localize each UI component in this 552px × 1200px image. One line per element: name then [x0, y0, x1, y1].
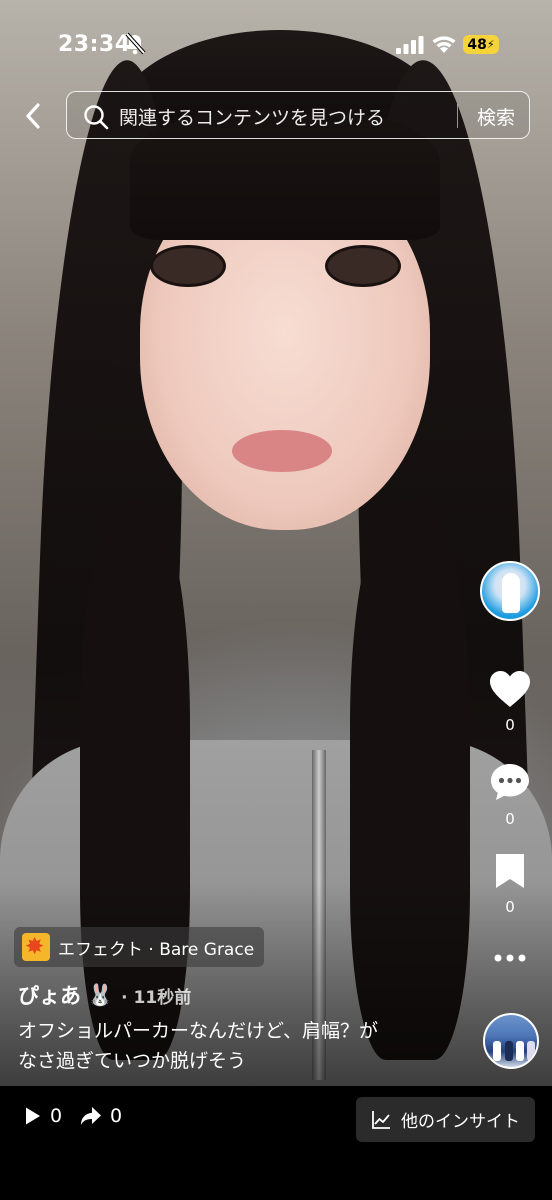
- eye-shape: [325, 245, 401, 287]
- play-count: 0: [50, 1105, 63, 1127]
- search-icon: [83, 104, 109, 134]
- sound-figure: [516, 1041, 524, 1061]
- creator-avatar[interactable]: [480, 561, 540, 621]
- speech-bubble-icon: [491, 764, 529, 800]
- sound-figure: [505, 1041, 513, 1061]
- caption-line: オフショルパーカーなんだけど、肩幅？が: [18, 1020, 379, 1042]
- like-count: 0: [505, 716, 515, 734]
- status-bar: 23:34 48 ⚡: [0, 0, 552, 80]
- save-button[interactable]: 0: [480, 852, 540, 916]
- insights-button[interactable]: 他のインサイト: [356, 1097, 535, 1142]
- cellular-signal-icon: [396, 36, 424, 58]
- save-count: 0: [505, 898, 515, 916]
- sound-figure: [493, 1041, 501, 1061]
- search-input[interactable]: 関連するコンテンツを見つける: [119, 103, 385, 130]
- line-chart-icon: [372, 1110, 390, 1129]
- eye-shape: [150, 245, 226, 287]
- rabbit-emoji: 🐰: [87, 982, 114, 1007]
- sound-thumbnail[interactable]: [483, 1013, 539, 1069]
- back-button[interactable]: [18, 96, 48, 136]
- effect-tag[interactable]: エフェクト · Bare Grace: [14, 927, 265, 967]
- post-caption[interactable]: オフショルパーカーなんだけど、肩幅？が なさ過ぎていつか脱げそう: [18, 1016, 438, 1076]
- play-icon: [26, 1107, 40, 1125]
- avatar-figure: [502, 573, 520, 613]
- chevron-left-icon: [26, 103, 40, 129]
- search-button[interactable]: 検索: [469, 103, 523, 130]
- share-arrow-icon: [81, 1107, 101, 1125]
- video-frame[interactable]: [0, 0, 552, 1086]
- battery-level: 48: [467, 36, 487, 53]
- comment-button[interactable]: 0: [480, 762, 540, 828]
- effect-icon: [22, 933, 50, 961]
- status-time: 23:34: [58, 32, 131, 57]
- play-count-stat: 0: [24, 1105, 62, 1127]
- heart-icon: [490, 671, 530, 707]
- wifi-icon: [431, 34, 457, 58]
- more-dots-icon: [494, 954, 526, 962]
- caption-line: なさ過ぎていつか脱げそう: [18, 1050, 247, 1072]
- share-count: 0: [110, 1105, 123, 1127]
- bookmark-icon: [496, 854, 524, 888]
- comment-count: 0: [505, 810, 515, 828]
- effect-label: エフェクト · Bare Grace: [58, 939, 255, 960]
- post-time: · 11秒前: [121, 987, 192, 1008]
- username[interactable]: ぴょあ: [18, 980, 81, 1010]
- post-author[interactable]: ぴょあ 🐰 · 11秒前: [18, 980, 191, 1010]
- bell-slash-icon: [124, 32, 146, 60]
- like-button[interactable]: 0: [480, 670, 540, 734]
- battery-indicator: 48 ⚡: [463, 35, 499, 54]
- share-count-stat: 0: [80, 1105, 122, 1127]
- search-bar[interactable]: 関連するコンテンツを見つける 検索: [66, 91, 530, 139]
- insights-label: 他のインサイト: [401, 1112, 520, 1132]
- lips-shape: [232, 430, 332, 472]
- search-divider: [457, 104, 458, 128]
- sound-figure: [527, 1041, 535, 1061]
- more-button[interactable]: [480, 948, 540, 967]
